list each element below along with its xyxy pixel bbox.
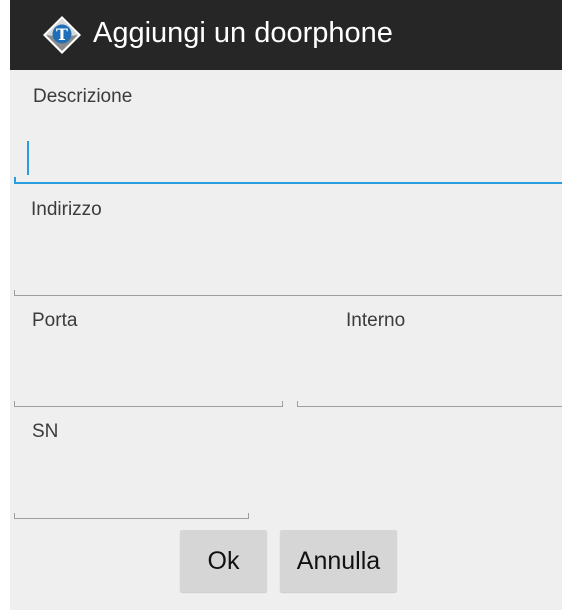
dialog-title-bar: T Aggiungi un doorphone bbox=[10, 0, 562, 70]
app-logo-icon: T bbox=[43, 16, 81, 54]
interno-underline bbox=[297, 406, 562, 407]
indirizzo-underline bbox=[14, 295, 562, 296]
annulla-button[interactable]: Annulla bbox=[280, 530, 397, 592]
text-cursor bbox=[27, 141, 29, 175]
sn-input[interactable] bbox=[30, 472, 248, 514]
porta-underline-tick-left bbox=[14, 401, 15, 406]
descrizione-underline bbox=[14, 182, 562, 184]
indirizzo-label: Indirizzo bbox=[31, 199, 102, 220]
interno-input[interactable] bbox=[310, 360, 558, 402]
sn-underline-tick-left bbox=[14, 513, 15, 518]
descrizione-label: Descrizione bbox=[33, 86, 133, 107]
interno-underline-tick bbox=[297, 401, 298, 406]
interno-label: Interno bbox=[346, 310, 406, 331]
svg-text:T: T bbox=[56, 25, 68, 44]
sn-label: SN bbox=[32, 421, 59, 442]
porta-input[interactable] bbox=[30, 360, 282, 402]
indirizzo-underline-tick bbox=[14, 290, 15, 295]
descrizione-underline-tick bbox=[14, 177, 16, 182]
ok-button[interactable]: Ok bbox=[180, 530, 267, 592]
porta-underline bbox=[14, 406, 283, 407]
descrizione-input[interactable] bbox=[30, 136, 558, 178]
sn-underline-tick-right bbox=[248, 513, 249, 518]
porta-label: Porta bbox=[32, 310, 78, 331]
porta-underline-tick-right bbox=[282, 401, 283, 406]
indirizzo-input[interactable] bbox=[30, 248, 558, 290]
dialog-window: T Aggiungi un doorphone Descrizione Indi… bbox=[10, 0, 562, 610]
sn-underline bbox=[14, 518, 249, 519]
dialog-title: Aggiungi un doorphone bbox=[93, 17, 393, 49]
